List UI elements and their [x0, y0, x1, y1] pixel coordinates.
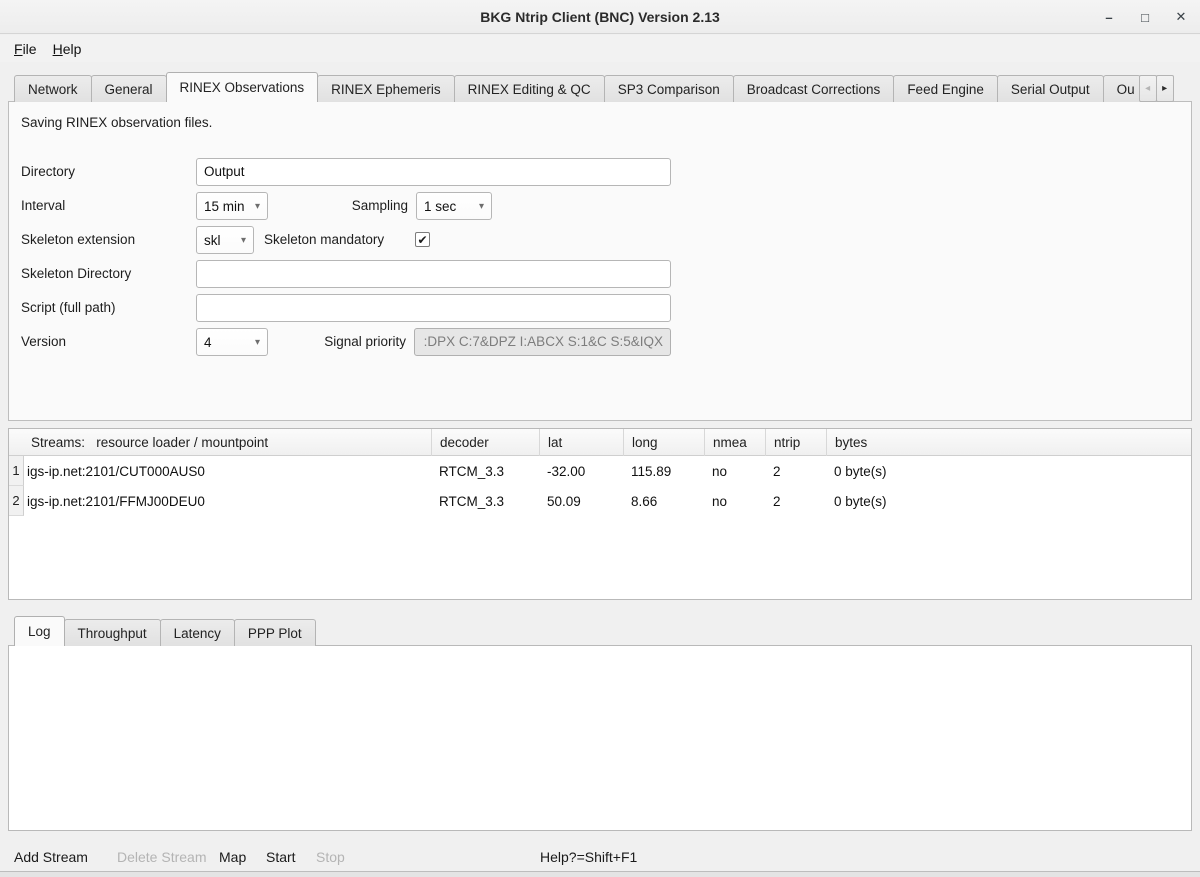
- stream-lat: 50.09: [539, 486, 623, 516]
- log-tab-bar: Log Throughput Latency PPP Plot: [14, 617, 315, 646]
- skeleton-directory-input[interactable]: [196, 260, 671, 288]
- skeleton-mandatory-label: Skeleton mandatory: [264, 226, 384, 254]
- stream-bytes: 0 byte(s): [826, 456, 1191, 486]
- rinex-observations-pane: Saving RINEX observation files. Director…: [8, 101, 1192, 421]
- menu-help[interactable]: Help: [45, 38, 90, 60]
- main-tab-bar: Network General RINEX Observations RINEX…: [14, 73, 1192, 102]
- stream-nmea: no: [704, 486, 765, 516]
- pane-description: Saving RINEX observation files.: [21, 115, 212, 130]
- skeleton-extension-value: skl: [204, 233, 221, 248]
- tab-serial-output[interactable]: Serial Output: [997, 75, 1104, 102]
- skeleton-mandatory-checkbox[interactable]: ✔: [415, 232, 430, 247]
- tab-outages-truncated[interactable]: Ou: [1103, 75, 1141, 102]
- log-output-area[interactable]: [8, 645, 1192, 831]
- delete-stream-button: Delete Stream: [117, 849, 206, 865]
- column-header-ntrip[interactable]: ntrip: [765, 429, 826, 456]
- signal-priority-input: :DPX C:7&DPZ I:ABCX S:1&C S:5&IQX: [414, 328, 671, 356]
- directory-input[interactable]: Output: [196, 158, 671, 186]
- streams-header-label: Streams: resource loader / mountpoint: [9, 429, 431, 456]
- script-input[interactable]: [196, 294, 671, 322]
- tab-throughput[interactable]: Throughput: [64, 619, 161, 646]
- window-bottom-edge: [0, 871, 1200, 877]
- directory-label: Directory: [21, 158, 75, 186]
- signal-priority-label: Signal priority: [289, 328, 406, 356]
- tab-feed-engine[interactable]: Feed Engine: [893, 75, 998, 102]
- help-shortcut-hint: Help?=Shift+F1: [540, 849, 637, 865]
- skeleton-extension-label: Skeleton extension: [21, 226, 135, 254]
- row-number: 2: [9, 486, 24, 516]
- tab-rinex-observations[interactable]: RINEX Observations: [166, 72, 319, 102]
- skeleton-extension-select[interactable]: skl ▾: [196, 226, 254, 254]
- interval-value: 15 min: [204, 199, 245, 214]
- column-header-long[interactable]: long: [623, 429, 704, 456]
- tab-broadcast-corrections[interactable]: Broadcast Corrections: [733, 75, 895, 102]
- table-row[interactable]: 1 igs-ip.net:2101/CUT000AUS0 RTCM_3.3 -3…: [9, 456, 1191, 486]
- chevron-down-icon: ▾: [479, 201, 484, 212]
- start-button[interactable]: Start: [266, 849, 296, 865]
- version-select[interactable]: 4 ▾: [196, 328, 268, 356]
- chevron-down-icon: ▾: [255, 201, 260, 212]
- stream-nmea: no: [704, 456, 765, 486]
- close-icon[interactable]: ✕: [1170, 6, 1192, 28]
- stream-decoder: RTCM_3.3: [431, 486, 539, 516]
- sampling-select[interactable]: 1 sec ▾: [416, 192, 492, 220]
- script-label: Script (full path): [21, 294, 116, 322]
- chevron-down-icon: ▾: [255, 337, 260, 348]
- column-header-decoder[interactable]: decoder: [431, 429, 539, 456]
- column-header-lat[interactable]: lat: [539, 429, 623, 456]
- tab-sp3-comparison[interactable]: SP3 Comparison: [604, 75, 734, 102]
- version-label: Version: [21, 328, 66, 356]
- checkmark-icon: ✔: [417, 234, 427, 246]
- window-title: BKG Ntrip Client (BNC) Version 2.13: [480, 9, 720, 25]
- maximize-icon[interactable]: □: [1134, 6, 1156, 28]
- stream-lat: -32.00: [539, 456, 623, 486]
- column-header-nmea[interactable]: nmea: [704, 429, 765, 456]
- stream-mountpoint: igs-ip.net:2101/FFMJ00DEU0: [24, 486, 431, 516]
- interval-label: Interval: [21, 192, 65, 220]
- menu-file[interactable]: File: [6, 38, 45, 60]
- bottom-button-bar: Add Stream Delete Stream Map Start Stop …: [0, 843, 1200, 871]
- window-controls: – □ ✕: [1098, 0, 1192, 34]
- table-row[interactable]: 2 igs-ip.net:2101/FFMJ00DEU0 RTCM_3.3 50…: [9, 486, 1191, 516]
- map-button[interactable]: Map: [219, 849, 246, 865]
- stream-bytes: 0 byte(s): [826, 486, 1191, 516]
- title-bar: BKG Ntrip Client (BNC) Version 2.13 – □ …: [0, 0, 1200, 34]
- tab-scroll-right-icon[interactable]: ▸: [1156, 75, 1174, 102]
- tab-ppp-plot[interactable]: PPP Plot: [234, 619, 316, 646]
- sampling-value: 1 sec: [424, 199, 456, 214]
- tab-scroll-left-icon[interactable]: ◂: [1139, 75, 1157, 102]
- stream-long: 115.89: [623, 456, 704, 486]
- row-number: 1: [9, 456, 24, 486]
- stream-long: 8.66: [623, 486, 704, 516]
- add-stream-button[interactable]: Add Stream: [14, 849, 88, 865]
- stream-ntrip: 2: [765, 456, 826, 486]
- streams-table: Streams: resource loader / mountpoint de…: [8, 428, 1192, 600]
- interval-select[interactable]: 15 min ▾: [196, 192, 268, 220]
- stream-mountpoint: igs-ip.net:2101/CUT000AUS0: [24, 456, 431, 486]
- stream-ntrip: 2: [765, 486, 826, 516]
- column-header-bytes[interactable]: bytes: [826, 429, 1191, 456]
- stream-decoder: RTCM_3.3: [431, 456, 539, 486]
- skeleton-directory-label: Skeleton Directory: [21, 260, 131, 288]
- version-value: 4: [204, 335, 212, 350]
- tab-rinex-ephemeris[interactable]: RINEX Ephemeris: [317, 75, 455, 102]
- sampling-label: Sampling: [289, 192, 408, 220]
- tab-general[interactable]: General: [91, 75, 167, 102]
- streams-table-header: Streams: resource loader / mountpoint de…: [9, 429, 1191, 456]
- stop-button: Stop: [316, 849, 345, 865]
- tab-network[interactable]: Network: [14, 75, 92, 102]
- chevron-down-icon: ▾: [241, 235, 246, 246]
- tab-rinex-editing-qc[interactable]: RINEX Editing & QC: [454, 75, 605, 102]
- minimize-icon[interactable]: –: [1098, 6, 1120, 28]
- tab-latency[interactable]: Latency: [160, 619, 235, 646]
- app-window: BKG Ntrip Client (BNC) Version 2.13 – □ …: [0, 0, 1200, 877]
- menu-bar: File Help: [0, 35, 1200, 62]
- tab-log[interactable]: Log: [14, 616, 65, 646]
